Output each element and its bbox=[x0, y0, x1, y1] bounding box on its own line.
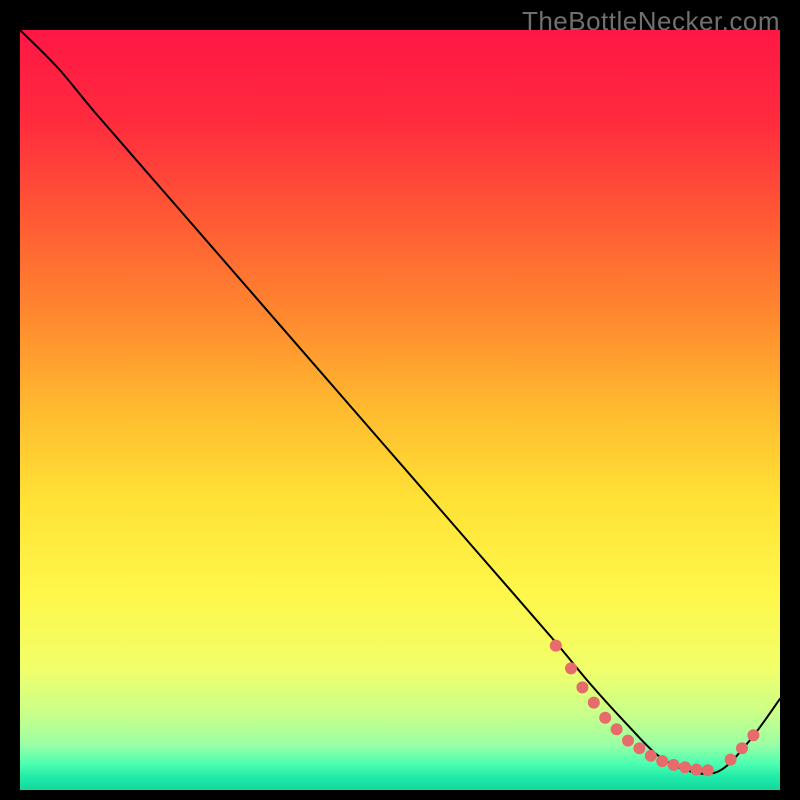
chart-plot-area bbox=[20, 30, 780, 790]
gradient-background bbox=[20, 30, 780, 790]
scatter-point bbox=[668, 759, 680, 771]
scatter-point bbox=[736, 742, 748, 754]
scatter-point bbox=[656, 755, 668, 767]
scatter-point bbox=[565, 662, 577, 674]
chart-svg bbox=[20, 30, 780, 790]
scatter-point bbox=[588, 697, 600, 709]
scatter-point bbox=[702, 764, 714, 776]
scatter-point bbox=[725, 754, 737, 766]
scatter-point bbox=[633, 742, 645, 754]
scatter-point bbox=[690, 763, 702, 775]
scatter-point bbox=[611, 723, 623, 735]
scatter-point bbox=[550, 640, 562, 652]
scatter-point bbox=[599, 712, 611, 724]
scatter-point bbox=[622, 735, 634, 747]
scatter-point bbox=[747, 729, 759, 741]
scatter-point bbox=[645, 750, 657, 762]
scatter-point bbox=[679, 761, 691, 773]
chart-stage: TheBottleNecker.com bbox=[0, 0, 800, 800]
scatter-point bbox=[576, 681, 588, 693]
